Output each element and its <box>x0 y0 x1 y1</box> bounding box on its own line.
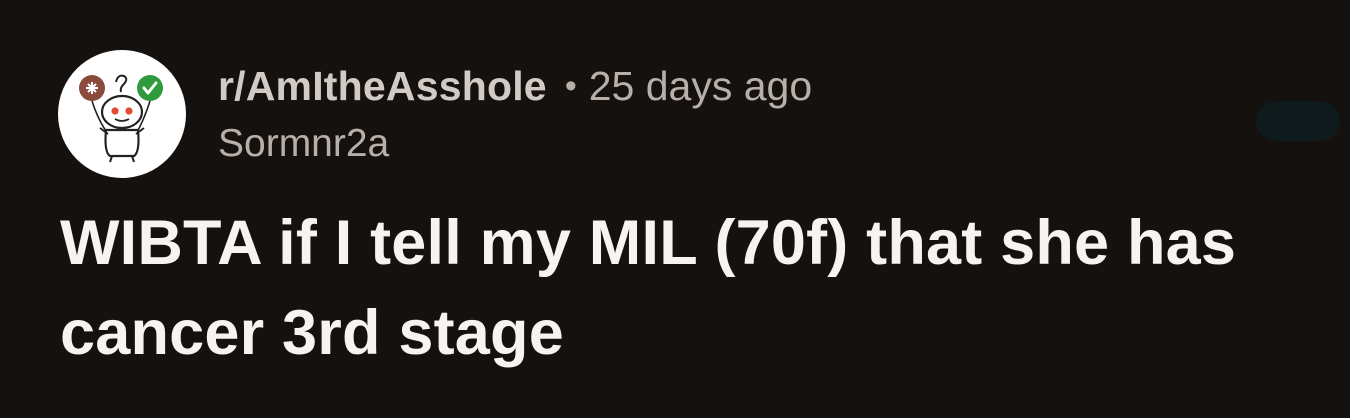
post-meta: r/AmItheAsshole • 25 days ago Sormnr2a <box>218 60 812 168</box>
meta-separator: • <box>564 66 577 105</box>
subreddit-link[interactable]: r/AmItheAsshole <box>218 63 547 110</box>
author-link[interactable]: Sormnr2a <box>218 120 812 168</box>
post-title[interactable]: WIBTA if I tell my MIL (70f) that she ha… <box>60 198 1320 378</box>
post-age: 25 days ago <box>588 62 813 109</box>
post-header: r/AmItheAsshole • 25 days ago Sormnr2a <box>58 50 1318 180</box>
community-avatar[interactable] <box>58 50 186 178</box>
snoo-balloons-avatar-icon <box>79 74 163 163</box>
post-meta-line: r/AmItheAsshole • 25 days ago <box>218 60 812 112</box>
more-options-button[interactable] <box>1256 101 1340 141</box>
